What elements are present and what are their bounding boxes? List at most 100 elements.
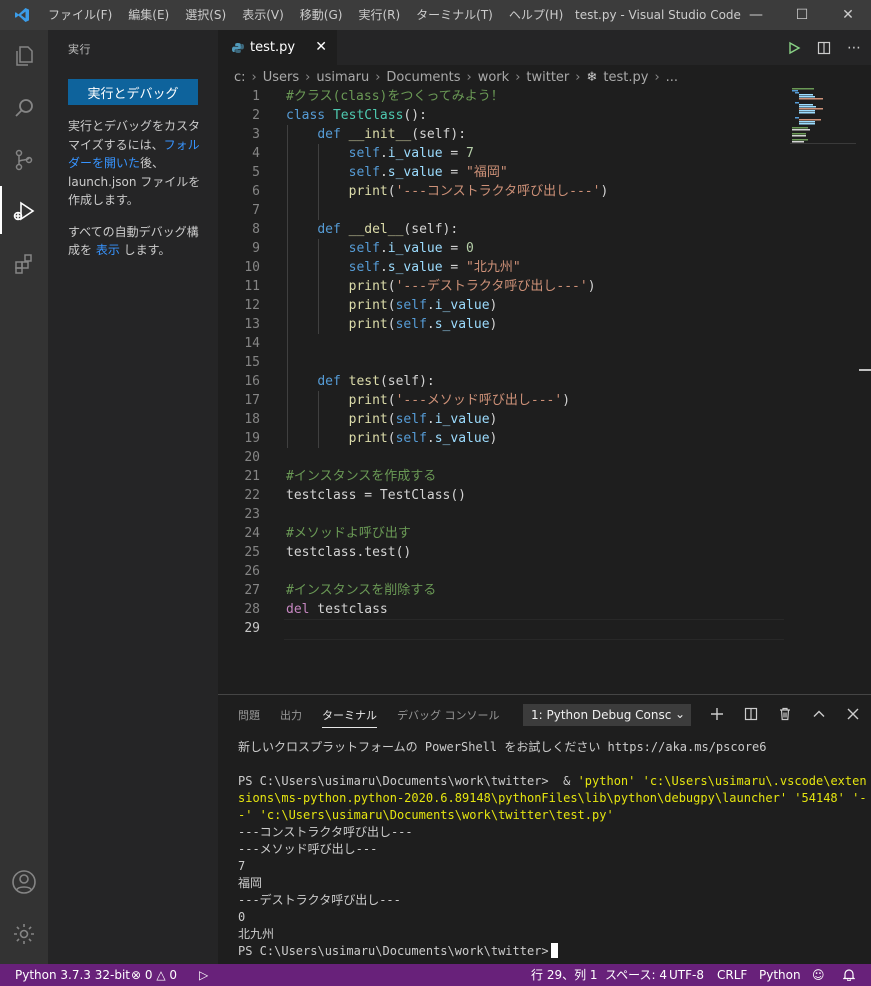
line-number: 27 <box>244 583 260 598</box>
code-line: print(self.s_value) <box>348 431 498 446</box>
line-number: 17 <box>244 393 260 408</box>
breadcrumb-item[interactable]: Users <box>263 70 299 85</box>
line-number: 25 <box>244 545 260 560</box>
terminal-line: ---デストラクタ呼び出し--- <box>238 893 401 907</box>
line-number: 8 <box>252 222 260 237</box>
split-editor-icon[interactable] <box>817 41 831 55</box>
close-panel-button[interactable] <box>842 703 864 725</box>
indentation[interactable]: スペース: 4 <box>605 964 667 986</box>
breadcrumb-item[interactable]: usimaru <box>316 70 369 85</box>
tab-output[interactable]: 出力 <box>280 707 302 728</box>
run-and-debug-button[interactable]: 実行とデバッグ <box>68 79 198 105</box>
terminal-line: 0 <box>238 910 246 924</box>
code-line: #インスタンスを作成する <box>286 469 437 484</box>
maximize-panel-button[interactable] <box>808 703 830 725</box>
end-of-line[interactable]: CRLF <box>717 964 747 986</box>
line-number: 10 <box>244 260 260 275</box>
panel-actions <box>706 703 864 725</box>
line-number: 14 <box>244 336 260 351</box>
editor-tabs: test.py ✕ ⋯ <box>218 30 871 65</box>
line-number: 22 <box>244 488 260 503</box>
language-mode[interactable]: Python <box>759 964 801 986</box>
code-editor[interactable]: 1 #クラス(class)をつくってみよう！ 2 class TestClass()… <box>218 87 871 693</box>
code-line: self.i_value = 0 <box>348 241 474 256</box>
breadcrumb-item[interactable]: twitter <box>526 70 569 85</box>
problems-indicator[interactable]: ⊗ 0 △ 0 <box>131 964 177 986</box>
show-configs-link[interactable]: 表示 <box>96 243 120 257</box>
code-line: print(self.i_value) <box>348 298 498 313</box>
search-button[interactable] <box>0 82 48 134</box>
terminal-line: -' 'c:\Users\usimaru\Documents\work\twit… <box>238 808 614 822</box>
code-line: #クラス(class)をつくってみよう！ <box>286 89 504 104</box>
line-number: 19 <box>244 431 260 446</box>
maximize-button[interactable]: ☐ <box>779 0 825 30</box>
tab-terminal[interactable]: ターミナル <box>322 707 377 728</box>
status-bar: Python 3.7.3 32-bit ⊗ 0 △ 0 ▷ 行 29、列 1 ス… <box>0 964 871 986</box>
code-line: print(self.i_value) <box>348 412 498 427</box>
feedback-icon[interactable]: ☺ <box>812 964 825 986</box>
breadcrumb-item[interactable]: c: <box>234 70 246 85</box>
code-line: self.s_value = "北九州" <box>348 260 521 275</box>
minimize-icon: — <box>749 7 763 23</box>
run-file-icon[interactable] <box>787 41 801 55</box>
source-control-icon <box>15 149 33 171</box>
run-debug-button[interactable] <box>0 186 48 238</box>
breadcrumb-item[interactable]: work <box>478 70 509 85</box>
source-control-button[interactable] <box>0 134 48 186</box>
line-number: 24 <box>244 526 260 541</box>
cursor-position[interactable]: 行 29、列 1 <box>531 964 598 986</box>
menu-help[interactable]: ヘルプ(H) <box>501 0 571 30</box>
chevron-up-icon <box>813 710 825 717</box>
chevron-right-icon: › <box>515 69 521 85</box>
new-terminal-button[interactable] <box>706 703 728 725</box>
menu-selection[interactable]: 選択(S) <box>177 0 234 30</box>
line-number: 9 <box>252 241 260 256</box>
manage-button[interactable] <box>0 908 48 960</box>
warning-count: 0 <box>169 968 178 982</box>
close-icon: ✕ <box>842 7 854 23</box>
run-debug-icon <box>13 201 35 221</box>
maximize-icon: ☐ <box>795 7 809 23</box>
menu-run[interactable]: 実行(R) <box>350 0 408 30</box>
chevron-down-icon: ⌄ <box>674 707 685 721</box>
menu-file[interactable]: ファイル(F) <box>40 0 120 30</box>
line-number: 1 <box>252 89 260 104</box>
chevron-right-icon: › <box>375 69 381 85</box>
terminal-select-value: 1: Python Debug Consc <box>531 708 672 722</box>
breadcrumb-file[interactable]: test.py <box>603 70 648 85</box>
current-line-highlight <box>284 619 784 640</box>
kill-terminal-button[interactable] <box>774 703 796 725</box>
accounts-button[interactable] <box>0 856 48 908</box>
python-file-icon: ❄ <box>586 69 598 85</box>
minimap[interactable] <box>790 87 856 147</box>
breadcrumb-symbol[interactable]: ... <box>666 70 678 85</box>
breadcrumb-item[interactable]: Documents <box>386 70 460 85</box>
tab-debug-console[interactable]: デバッグ コンソール <box>397 707 500 728</box>
menu-edit[interactable]: 編集(E) <box>120 0 177 30</box>
chevron-right-icon: › <box>466 69 472 85</box>
close-window-button[interactable]: ✕ <box>825 0 871 30</box>
extensions-button[interactable] <box>0 238 48 290</box>
chevron-right-icon: › <box>575 69 581 85</box>
menu-go[interactable]: 移動(G) <box>292 0 351 30</box>
explorer-button[interactable] <box>0 30 48 82</box>
minimize-button[interactable]: — <box>733 0 779 30</box>
terminal-select[interactable]: 1: Python Debug Consc ⌄ <box>523 704 691 726</box>
terminal-line: ---コンストラクタ呼び出し--- <box>238 825 413 839</box>
more-actions-icon[interactable]: ⋯ <box>847 40 861 56</box>
terminal-line: 福岡 <box>238 876 263 890</box>
editor-scrollbar[interactable] <box>857 87 871 693</box>
menu-view[interactable]: 表示(V) <box>234 0 292 30</box>
tab-close-icon[interactable]: ✕ <box>315 39 327 55</box>
gear-icon <box>14 924 34 944</box>
python-interpreter[interactable]: Python 3.7.3 32-bit <box>15 964 130 986</box>
code-line: self.i_value = 7 <box>348 146 474 161</box>
tab-problems[interactable]: 問題 <box>238 707 260 728</box>
split-terminal-button[interactable] <box>740 703 762 725</box>
encoding[interactable]: UTF-8 <box>669 964 704 986</box>
scroll-cursor-marker <box>859 369 871 371</box>
run-debug-status-icon[interactable]: ▷ <box>199 964 208 986</box>
tab-test-py[interactable]: test.py ✕ <box>218 30 337 65</box>
menu-terminal[interactable]: ターミナル(T) <box>408 0 501 30</box>
notifications-icon[interactable] <box>842 964 856 986</box>
